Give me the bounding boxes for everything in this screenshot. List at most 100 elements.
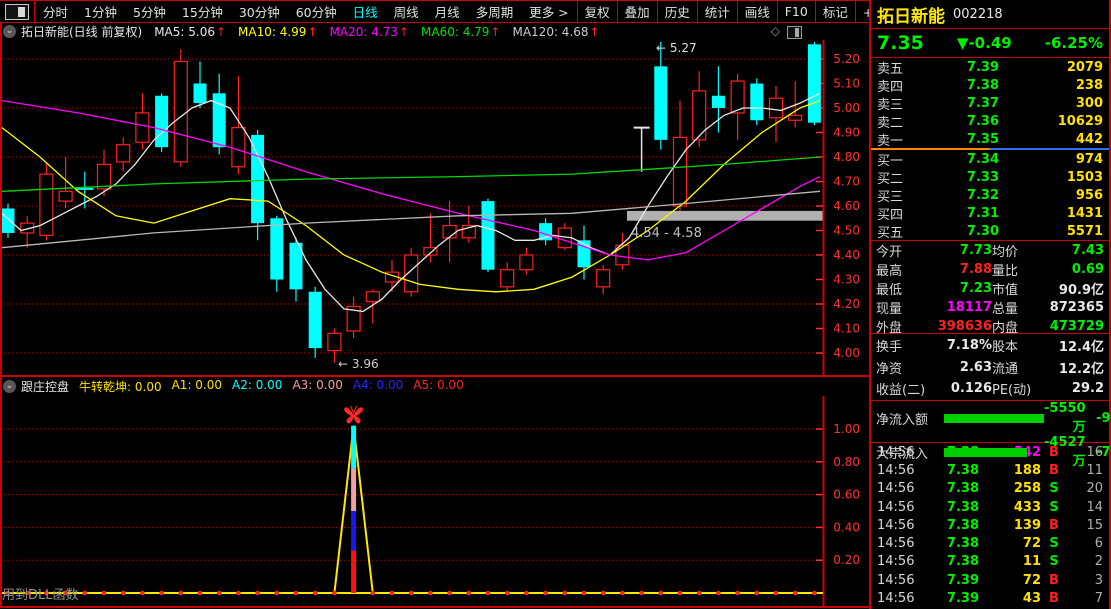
window-layout-icon: [5, 4, 29, 20]
order-book-row-bid[interactable]: 买五7.305571: [871, 222, 1109, 240]
period-tab-日线[interactable]: 日线: [345, 2, 386, 21]
price-change-pct: -6.25%: [1045, 34, 1103, 52]
stat-label: 外盘: [876, 317, 932, 336]
stat-row: 最高7.88量比0.69: [871, 260, 1109, 279]
svg-text:4.70: 4.70: [833, 175, 860, 189]
toolbar-button-叠加[interactable]: 叠加: [617, 1, 657, 22]
stat-value: 12.2亿: [1048, 358, 1104, 377]
tick-count: 7: [1067, 591, 1103, 606]
collapse-chevron-icon[interactable]: ⌄: [3, 380, 16, 393]
main-price-chart[interactable]: 5.205.105.004.904.804.704.604.504.404.30…: [0, 40, 869, 376]
indicator-param-A4: A4: 0.00: [353, 378, 403, 395]
stat-value: 7.88: [932, 262, 992, 277]
order-level-label: 买二: [877, 168, 929, 187]
up-arrow-icon: ↑: [399, 25, 409, 39]
stat-row: 收益(二)0.126PE(动)29.2: [871, 379, 1109, 398]
toolbar-button-标记[interactable]: 标记: [815, 1, 855, 22]
tick-row: 14:567.38258S20: [871, 480, 1109, 498]
period-tab-1分钟[interactable]: 1分钟: [76, 2, 125, 21]
chart-title: 拓日新能(日线 前复权): [21, 23, 142, 40]
svg-text:4.40: 4.40: [833, 248, 860, 262]
order-book-row-ask[interactable]: 卖一7.35442: [871, 130, 1109, 148]
tick-volume: 11: [979, 554, 1041, 569]
svg-text:← 5.27: ← 5.27: [656, 41, 697, 55]
period-tab-15分钟[interactable]: 15分钟: [174, 2, 231, 21]
tick-side: B: [1041, 573, 1067, 588]
last-price: 7.35: [877, 32, 924, 54]
toolbar-button-历史[interactable]: 历史: [657, 1, 697, 22]
period-tab-多周期[interactable]: 多周期: [468, 2, 522, 21]
order-price: 7.38: [929, 78, 999, 93]
stat-value: 872365: [1048, 300, 1104, 315]
indicator-chart[interactable]: 1.000.800.600.400.20: [0, 396, 869, 607]
stat-label: 最高: [876, 260, 932, 279]
tick-volume: 188: [979, 463, 1041, 478]
tick-time: 14:56: [877, 518, 923, 533]
order-book-row-ask[interactable]: 卖二7.3610629: [871, 112, 1109, 130]
split-view-icon[interactable]: [787, 26, 802, 39]
toolbar-button-统计[interactable]: 统计: [697, 1, 737, 22]
tick-row: 14:567.38188B11: [871, 461, 1109, 479]
order-level-label: 卖一: [877, 130, 929, 149]
svg-text:5.10: 5.10: [833, 77, 860, 91]
ma-label-MA20: MA20: 4.73↑: [330, 25, 409, 39]
toolbar-button-画线[interactable]: 画线: [737, 1, 777, 22]
order-book-row-bid[interactable]: 买三7.32956: [871, 186, 1109, 204]
stat-row: 最低7.23市值90.9亿: [871, 279, 1109, 298]
stat-row: 换手7.18%股本12.4亿: [871, 336, 1109, 355]
stat-label: 均价: [992, 241, 1048, 260]
tick-time: 14:56: [877, 573, 923, 588]
tick-count: 14: [1067, 500, 1103, 515]
period-tab-周线[interactable]: 周线: [386, 2, 427, 21]
order-book-row-ask[interactable]: 卖三7.37300: [871, 94, 1109, 112]
order-price: 7.31: [929, 206, 999, 221]
svg-text:4.10: 4.10: [833, 322, 860, 336]
stat-label: 收益(二): [876, 379, 932, 398]
period-tab-5分钟[interactable]: 5分钟: [125, 2, 174, 21]
price-row: 7.35 ▼-0.49 -6.25%: [871, 28, 1109, 58]
chart-left-border: [0, 23, 2, 607]
indicator-param-A1: A1: 0.00: [172, 378, 222, 395]
order-book-row-bid[interactable]: 买四7.311431: [871, 204, 1109, 222]
trading-app: 分时1分钟5分钟15分钟30分钟60分钟日线周线月线多周期更多 > 复权叠加历史…: [0, 0, 1111, 609]
money-flow: 净流入额-5550万-9%大宗流入-4527万-7%: [871, 400, 1109, 442]
order-level-label: 买一: [877, 150, 929, 169]
period-tab-更多 >[interactable]: 更多 >: [521, 2, 576, 21]
diamond-icon[interactable]: ◇: [771, 24, 780, 38]
stat-value: 7.23: [932, 281, 992, 296]
collapse-chevron-icon[interactable]: ⌄: [3, 25, 16, 38]
svg-text:4.54 - 4.58: 4.54 - 4.58: [631, 226, 702, 241]
order-book-row-ask[interactable]: 卖五7.392079: [871, 58, 1109, 76]
top-toolbar: 分时1分钟5分钟15分钟30分钟60分钟日线周线月线多周期更多 > 复权叠加历史…: [0, 0, 869, 23]
toolbar-button-复权[interactable]: 复权: [577, 1, 617, 22]
svg-text:4.30: 4.30: [833, 273, 860, 287]
tick-row: 14:567.3972B3: [871, 571, 1109, 589]
svg-text:0.60: 0.60: [833, 488, 860, 502]
ma-label-MA10: MA10: 4.99↑: [238, 25, 317, 39]
order-level-label: 卖四: [877, 76, 929, 95]
period-tab-30分钟[interactable]: 30分钟: [231, 2, 288, 21]
order-level-label: 买三: [877, 186, 929, 205]
tick-time: 14:56: [877, 481, 923, 496]
indicator-param-A2: A2: 0.00: [232, 378, 282, 395]
tick-price: 7.39: [923, 573, 979, 588]
order-book-row-ask[interactable]: 卖四7.38238: [871, 76, 1109, 94]
ma-label-MA5: MA5: 5.06↑: [154, 25, 226, 39]
panel-divider[interactable]: [0, 375, 869, 377]
toolbar-button-F10[interactable]: F10: [777, 1, 815, 22]
order-book-row-bid[interactable]: 买二7.331503: [871, 168, 1109, 186]
order-book-row-bid[interactable]: 买一7.34974: [871, 150, 1109, 168]
stat-label: 内盘: [992, 317, 1048, 336]
period-tab-分时[interactable]: 分时: [35, 2, 76, 21]
stat-label: 市值: [992, 279, 1048, 298]
watermark-text: 用到DLL函数: [2, 584, 79, 603]
stat-value: 2.63: [932, 360, 992, 375]
window-layout-button[interactable]: [0, 1, 35, 22]
period-tab-60分钟[interactable]: 60分钟: [288, 2, 345, 21]
quote-panel: 拓日新能 002218 7.35 ▼-0.49 -6.25% 卖五7.39207…: [869, 0, 1111, 609]
stat-label: 净资: [876, 358, 932, 377]
svg-text:1.00: 1.00: [833, 422, 860, 436]
period-tab-月线[interactable]: 月线: [427, 2, 468, 21]
order-level-label: 卖三: [877, 94, 929, 113]
up-arrow-icon: ↑: [216, 25, 226, 39]
